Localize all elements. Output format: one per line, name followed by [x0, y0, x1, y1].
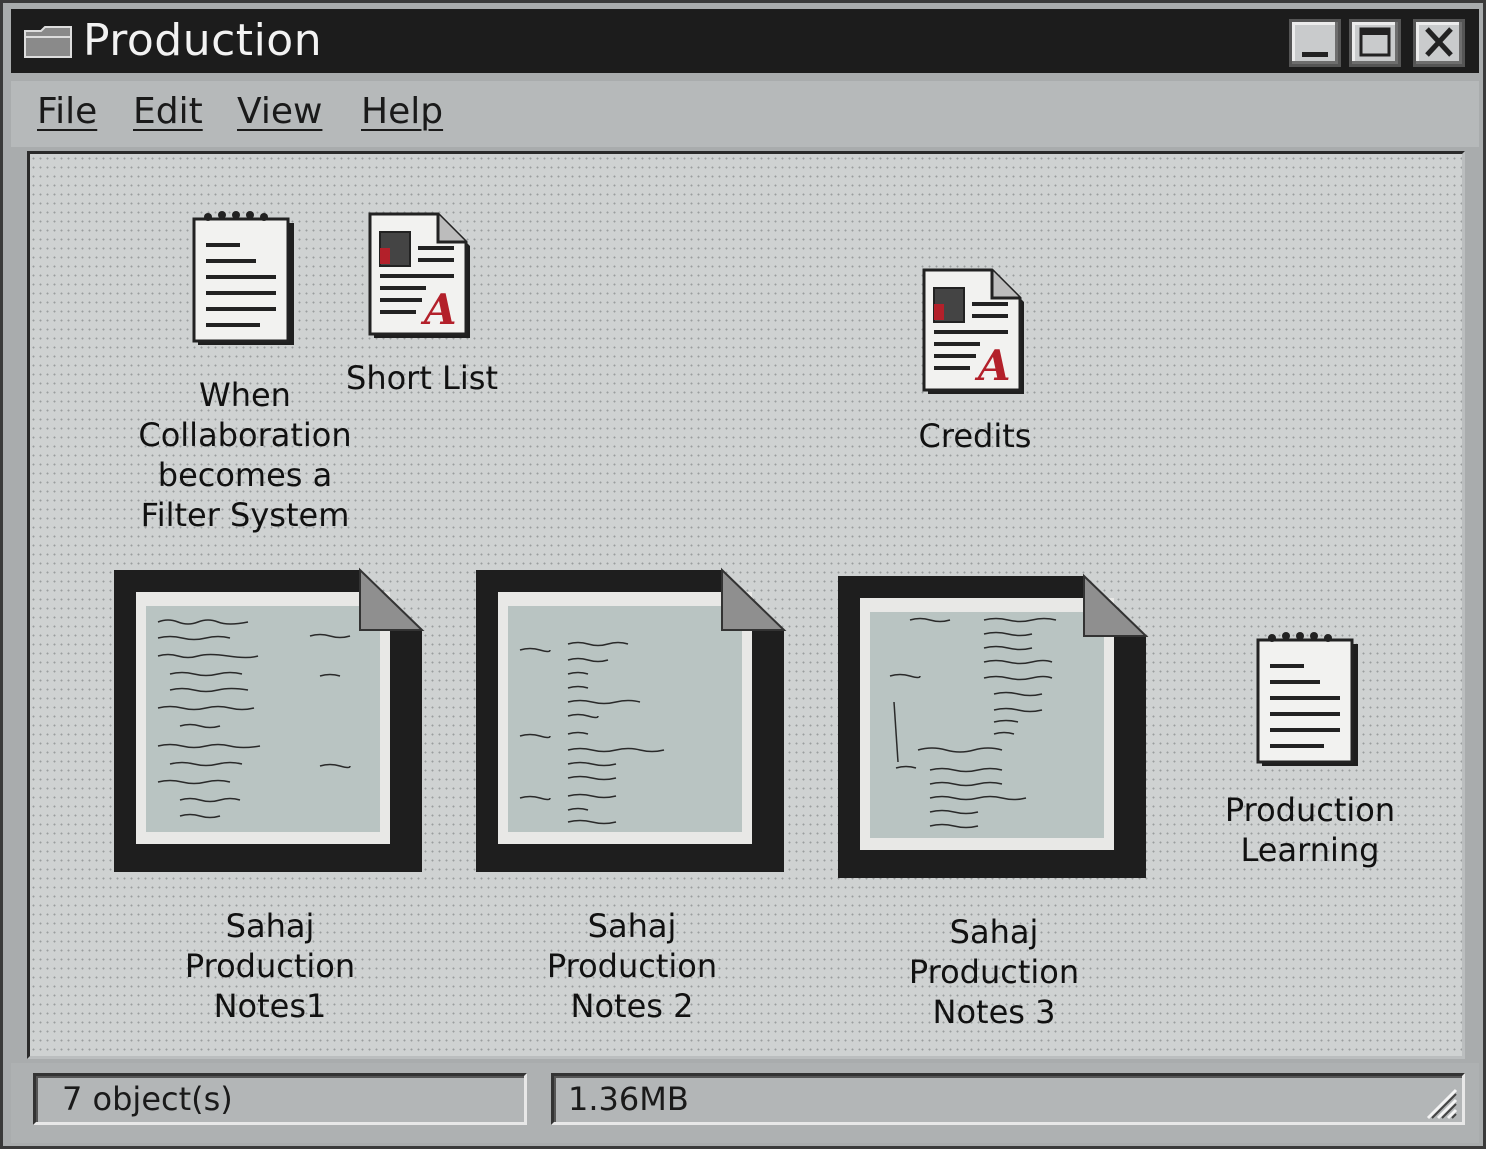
- file-item[interactable]: Production Learning: [1210, 630, 1410, 880]
- file-item[interactable]: When Collaboration becomes a Filter Syst…: [130, 209, 360, 539]
- status-pane-size: 1.36MB: [551, 1073, 1465, 1125]
- resize-grip-icon[interactable]: [1422, 1084, 1458, 1120]
- image-thumbnail-icon: [476, 567, 787, 872]
- explorer-window: Production File Edit View Help When Coll…: [0, 0, 1486, 1149]
- acrobat-document-icon: A: [368, 212, 470, 338]
- menu-edit[interactable]: Edit: [133, 91, 203, 132]
- image-thumbnail-icon: [114, 567, 425, 872]
- file-item[interactable]: Sahaj Production Notes 2: [472, 566, 792, 1036]
- minimize-button[interactable]: [1289, 19, 1341, 67]
- file-item[interactable]: A Credits: [900, 268, 1050, 468]
- file-label: When Collaboration becomes a Filter Syst…: [138, 376, 352, 534]
- file-label: Credits: [918, 417, 1032, 455]
- close-button[interactable]: [1413, 19, 1465, 67]
- close-icon: [1425, 27, 1453, 57]
- svg-text:A: A: [420, 285, 457, 334]
- menu-bar: File Edit View Help: [11, 81, 1479, 147]
- file-label: Sahaj Production Notes1: [184, 907, 356, 1025]
- status-pane-objects: 7 object(s): [33, 1073, 527, 1125]
- status-bar: 7 object(s) 1.36MB: [11, 1063, 1479, 1143]
- maximize-icon: [1359, 27, 1391, 57]
- title-bar[interactable]: Production: [11, 9, 1479, 73]
- minimize-icon: [1302, 52, 1328, 57]
- file-label: Production Learning: [1224, 791, 1396, 869]
- window-title: Production: [83, 15, 323, 66]
- svg-text:A: A: [974, 341, 1011, 390]
- menu-file[interactable]: File: [37, 91, 97, 132]
- notepad-icon: [1256, 632, 1358, 766]
- file-label: Sahaj Production Notes 3: [908, 913, 1080, 1031]
- file-view-area[interactable]: When Collaboration becomes a Filter Syst…: [27, 151, 1465, 1059]
- file-item[interactable]: Sahaj Production Notes 3: [834, 572, 1154, 1042]
- object-count: 7 object(s): [62, 1080, 233, 1118]
- file-label: Sahaj Production Notes 2: [546, 907, 718, 1025]
- menu-help[interactable]: Help: [361, 91, 443, 132]
- file-label: Short List: [346, 359, 498, 397]
- notepad-icon: [192, 211, 294, 345]
- total-size: 1.36MB: [568, 1080, 689, 1118]
- image-thumbnail-icon: [838, 573, 1149, 878]
- maximize-button[interactable]: [1349, 19, 1401, 67]
- file-item[interactable]: Sahaj Production Notes1: [110, 566, 430, 1036]
- folder-icon: [24, 26, 72, 58]
- acrobat-document-icon: A: [922, 268, 1024, 394]
- file-item[interactable]: A Short List: [346, 212, 498, 412]
- menu-view[interactable]: View: [237, 91, 322, 132]
